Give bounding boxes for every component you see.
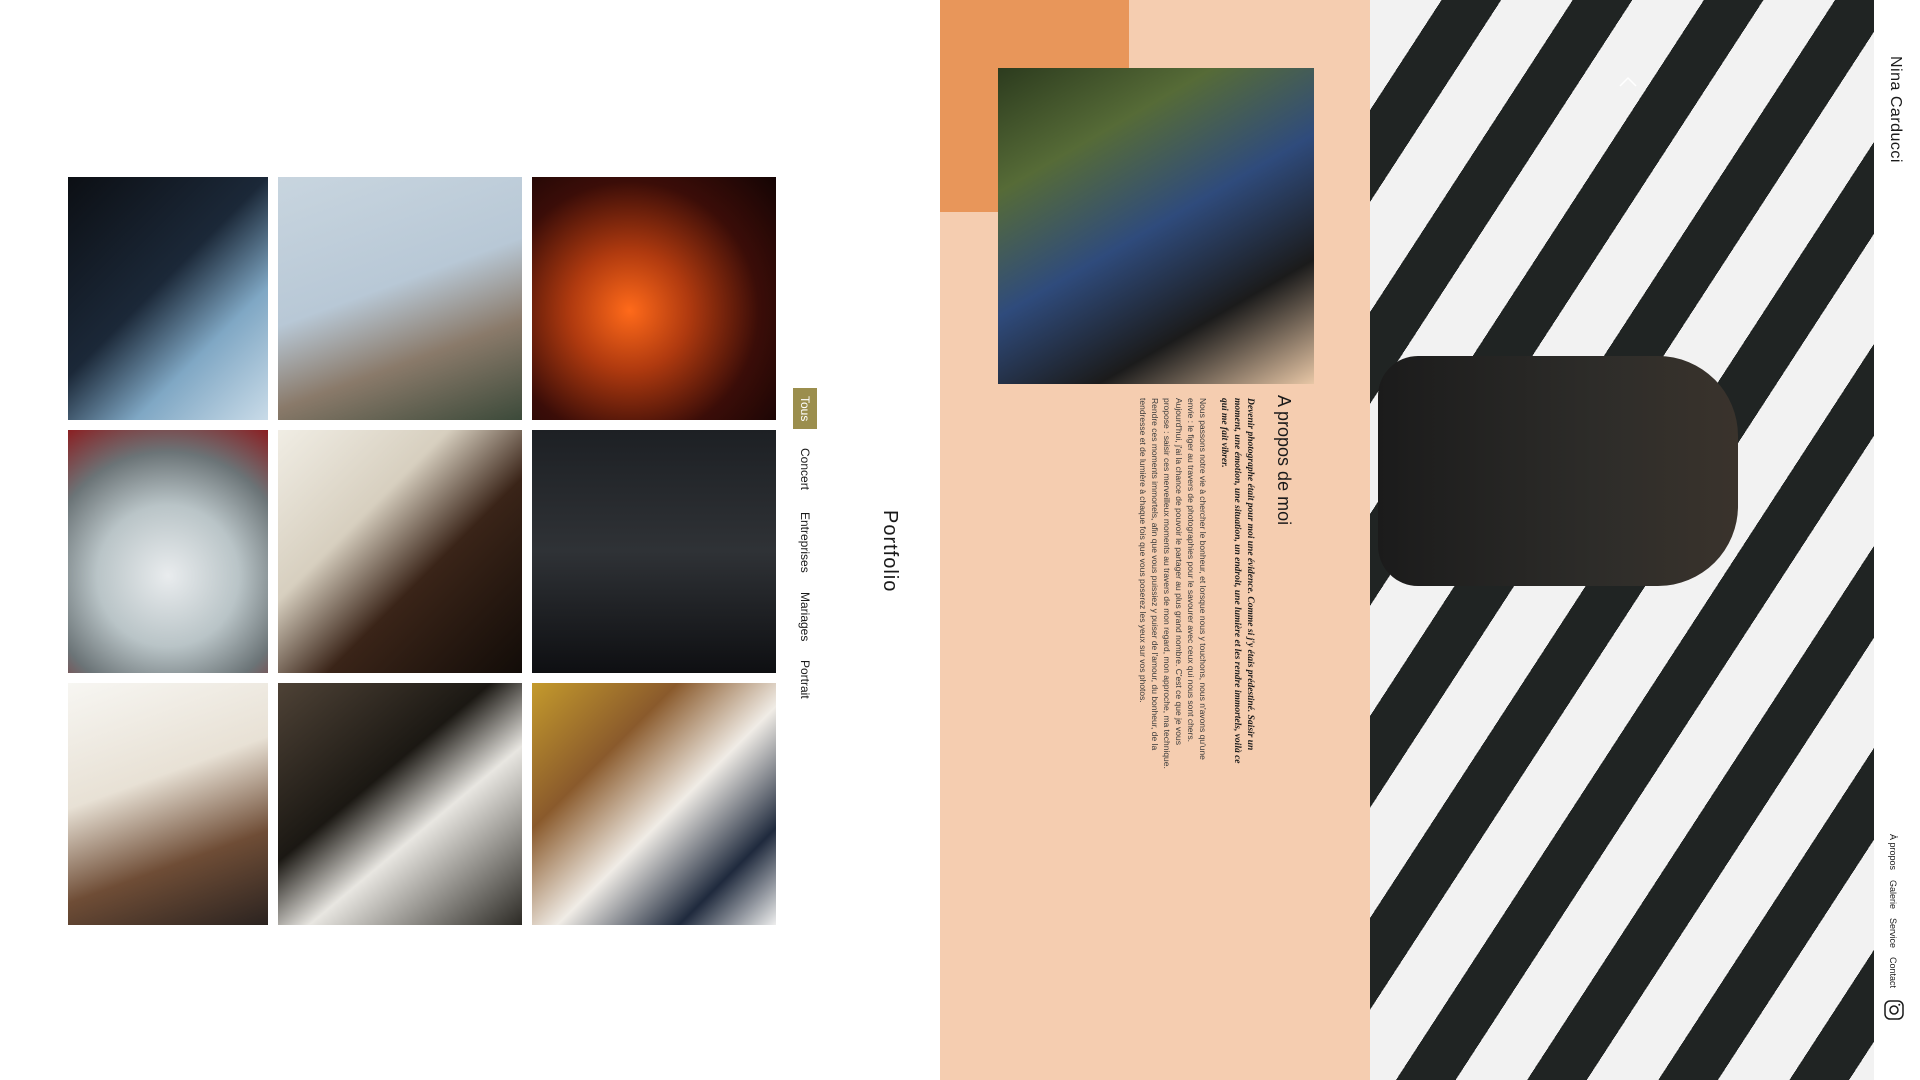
hero-image xyxy=(1370,0,1874,1080)
about-section: A propos de moi Devenir photographe étai… xyxy=(940,0,1370,1080)
hero-man-figure xyxy=(1378,356,1738,586)
about-text: Devenir photographe était pour moi une é… xyxy=(1138,398,1256,778)
instagram-link[interactable] xyxy=(1882,998,1906,1022)
filter-concert[interactable]: Concert xyxy=(798,448,812,490)
gallery-photo-laughing-woman[interactable] xyxy=(68,683,268,925)
about-lead: Devenir photographe était pour moi une é… xyxy=(1219,398,1255,764)
filter-mariages[interactable]: Mariages xyxy=(798,592,812,641)
portfolio-filters: Tous Concert Entreprises Mariages Portra… xyxy=(793,388,819,699)
gallery-photo-concert-stage[interactable] xyxy=(532,177,776,420)
chevron-left-icon xyxy=(1619,76,1637,87)
about-photo xyxy=(998,68,1314,384)
gallery-photo-office-meeting[interactable] xyxy=(532,683,776,925)
portfolio-title: Portfolio xyxy=(879,510,901,593)
gallery-grid xyxy=(68,177,776,925)
filter-tous[interactable]: Tous xyxy=(793,388,817,430)
gallery-photo-hands[interactable] xyxy=(278,177,522,420)
instagram-icon xyxy=(1884,1000,1904,1020)
gallery-photo-portrait-woman-fence[interactable] xyxy=(68,177,268,420)
nav-item-a-propos[interactable]: À propos xyxy=(1888,834,1898,870)
about-body: Nous passons notre vie à chercher le bon… xyxy=(1138,398,1208,769)
gallery-photo-business-man[interactable] xyxy=(532,430,776,673)
gallery-photo-portrait-man[interactable] xyxy=(278,430,522,673)
nav-item-service[interactable]: Service xyxy=(1888,918,1898,948)
nav-item-galerie[interactable]: Galerie xyxy=(1888,880,1898,909)
about-title: A propos de moi xyxy=(1274,395,1294,526)
gallery-photo-concert-smoke[interactable] xyxy=(68,430,268,673)
nav-item-contact[interactable]: Contact xyxy=(1888,957,1898,988)
gallery-photo-wedding-couple[interactable] xyxy=(278,683,522,925)
filter-entreprises[interactable]: Entreprises xyxy=(798,512,812,573)
main-nav: À propos Galerie Service Contact xyxy=(1888,834,1914,994)
hero-carousel-arrow[interactable] xyxy=(1616,70,1640,94)
site-name[interactable]: Nina Carducci xyxy=(1886,56,1904,163)
filter-portrait[interactable]: Portrait xyxy=(798,660,812,699)
